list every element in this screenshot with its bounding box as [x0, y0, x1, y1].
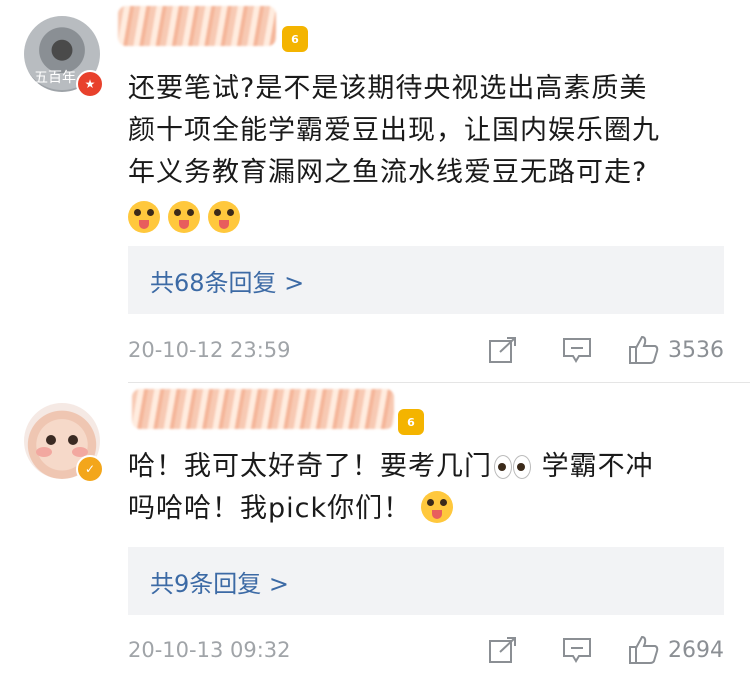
- comment-text: 还要笔试?是不是该期待央视选出高素质美 颜十项全能学霸爱豆出现，让国内娱乐圈九 …: [128, 68, 710, 240]
- comment-line: 颜十项全能学霸爱豆出现，让国内娱乐圈九: [128, 115, 660, 146]
- tongue-emoji-icon: [168, 201, 200, 233]
- comment-meta: 20-10-12 23:59 3536: [128, 330, 724, 370]
- replies-label: 共9条回复 >: [150, 569, 290, 598]
- username-redacted[interactable]: [118, 6, 276, 46]
- surprised-emoji-icon: [420, 491, 453, 523]
- timestamp: 20-10-12 23:59: [128, 338, 291, 362]
- comment-segment: 哈！我可太好奇了！要考几门: [128, 451, 492, 482]
- comment-segment: 学霸不冲: [532, 451, 654, 482]
- comment-line: 哈！我可太好奇了！要考几门 学霸不冲: [128, 446, 710, 488]
- share-button[interactable]: [488, 336, 518, 364]
- share-icon: [489, 337, 516, 363]
- username-redacted[interactable]: [132, 389, 394, 429]
- share-icon: [489, 637, 516, 663]
- avatar-eye: [46, 435, 56, 445]
- level-number: 6: [407, 415, 415, 429]
- like-button[interactable]: 3536: [628, 335, 724, 365]
- view-replies-button[interactable]: 共9条回复 >: [128, 547, 724, 615]
- share-button[interactable]: [488, 636, 518, 664]
- eyes-emoji-icon: [494, 455, 531, 479]
- comment-item: 五百年 ★ 6 还要笔试?是不是该期待央视选出高素质美 颜十项全能学霸爱豆出现，…: [0, 0, 750, 382]
- like-button[interactable]: 2694: [628, 635, 724, 665]
- tongue-emoji-icon: [208, 201, 240, 233]
- comment-meta: 20-10-13 09:32 2694: [128, 630, 724, 670]
- comment-icon: [563, 638, 591, 663]
- comment-line: 年义务教育漏网之鱼流水线爱豆无路可走?: [128, 157, 648, 188]
- thumbs-up-icon: [629, 335, 659, 364]
- avatar-caption: 五百年: [34, 70, 76, 86]
- tongue-emoji-icon: [128, 201, 160, 233]
- comment-icon: [563, 338, 591, 363]
- comment-line: 吗哈哈！我pick你们！: [128, 488, 710, 530]
- like-count: 2694: [668, 637, 724, 663]
- crown-level-icon: 6: [282, 26, 308, 52]
- level-number: 6: [291, 32, 299, 46]
- comment-line: 还要笔试?是不是该期待央视选出高素质美: [128, 73, 648, 104]
- verified-badge-icon: ★: [76, 70, 104, 98]
- view-replies-button[interactable]: 共68条回复 >: [128, 246, 724, 314]
- replies-label: 共68条回复 >: [150, 268, 305, 297]
- avatar-cheek: [36, 447, 52, 457]
- comment-segment: 吗哈哈！我pick你们！: [128, 493, 412, 524]
- comment-item: ✓ 6 哈！我可太好奇了！要考几门 学霸不冲 吗哈哈！我pick你们！ 共9条回…: [0, 383, 750, 673]
- comment-button[interactable]: [562, 336, 592, 364]
- emoji-row: [128, 198, 710, 240]
- comment-text: 哈！我可太好奇了！要考几门 学霸不冲 吗哈哈！我pick你们！: [128, 446, 710, 530]
- comment-button[interactable]: [562, 636, 592, 664]
- verified-badge-icon: ✓: [76, 455, 104, 483]
- timestamp: 20-10-13 09:32: [128, 638, 291, 662]
- avatar-eye: [68, 435, 78, 445]
- crown-level-icon: 6: [398, 409, 424, 435]
- thumbs-up-icon: [629, 635, 659, 664]
- like-count: 3536: [668, 337, 724, 363]
